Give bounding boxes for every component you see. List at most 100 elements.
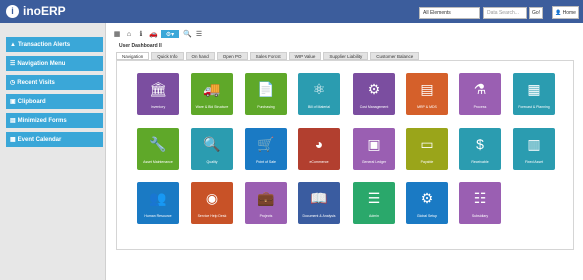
sidebar-item-label: Recent Visits <box>17 79 55 86</box>
calendar-icon: ▦ <box>10 137 16 143</box>
tile-label: Document & Analysis <box>302 214 336 218</box>
tile-label: Forecast & Planning <box>518 105 550 109</box>
tile-general-ledger[interactable]: ▣ General Ledger <box>353 128 395 170</box>
sidebar-item-minimized-forms[interactable]: ▤ Minimized Forms <box>6 113 103 128</box>
tile-receivable[interactable]: $ Receivable <box>459 128 501 170</box>
tile-asset-maintenance[interactable]: 🔧 Asset Maintenance <box>137 128 179 170</box>
sidebar-item-label: Navigation Menu <box>17 60 66 67</box>
tile-subsidiary[interactable]: ☷ Subsidiary <box>459 182 501 224</box>
tab-navigation[interactable]: Navigation <box>116 52 150 60</box>
tab-wip-value[interactable]: WIP Value <box>288 52 322 60</box>
tile-label: eCommerce <box>309 160 329 164</box>
tile-purchasing[interactable]: 📄 Purchasing <box>245 73 287 115</box>
tile-ware-bld-structure[interactable]: 🚚 Ware & Bld Structure <box>191 73 233 115</box>
tile-process[interactable]: ⚗ Process <box>459 73 501 115</box>
tab-quick-info[interactable]: Quick Info <box>151 52 184 60</box>
search-scope-select[interactable]: All Elements <box>419 7 480 19</box>
tile-cost-management[interactable]: ⚙ Cost Management <box>353 73 395 115</box>
tile-payable[interactable]: ▭ Payable <box>406 128 448 170</box>
app-logo[interactable]: i inoERP <box>6 4 66 18</box>
tile-icon: 🏛 <box>149 81 167 97</box>
tile-icon: ⚙ <box>420 190 434 206</box>
tile-icon: 💼 <box>257 190 275 206</box>
app-title: inoERP <box>23 4 66 18</box>
tile-label: Subsidiary <box>471 214 489 218</box>
tile-admin[interactable]: ☰ Admin <box>353 182 395 224</box>
tile-icon: ◉ <box>205 190 219 206</box>
top-bar: i inoERP All Elements Data Search... Go!… <box>0 0 583 23</box>
tile-label: General Ledger <box>361 160 387 164</box>
tile-label: Global Setup <box>416 214 438 218</box>
tab-customer-balance[interactable]: Customer Balance <box>370 52 420 60</box>
dashboard-tabs: Navigation Quick Info On hand Open PO Sa… <box>116 52 420 60</box>
car-icon[interactable]: 🚗 <box>149 30 158 38</box>
tile-label: Process <box>473 105 487 109</box>
sidebar-item-event-calendar[interactable]: ▦ Event Calendar <box>6 132 103 147</box>
tile-icon: ▥ <box>527 136 541 152</box>
sidebar-item-clipboard[interactable]: ▣ Clipboard <box>6 94 103 109</box>
sidebar-item-navigation-menu[interactable]: ☰ Navigation Menu <box>6 56 103 71</box>
tile-label: Human Resource <box>144 214 172 218</box>
info-icon: i <box>6 4 19 18</box>
tile-service-help-desk[interactable]: ◉ Service Help Desk <box>191 182 233 224</box>
tile-quality[interactable]: 🔍 Quality <box>191 128 233 170</box>
home-icon[interactable]: ⌂ <box>125 31 133 38</box>
tile-label: Cost Management <box>359 105 389 109</box>
tile-label: Receivable <box>471 160 489 164</box>
tab-sales-forecast[interactable]: Sales Forcst <box>249 52 287 60</box>
user-icon: 👤 <box>555 10 562 16</box>
navigation-panel: 🏛 Inventory 🚚 Ware & Bld Structure 📄 Purchasi… <box>116 60 574 250</box>
user-menu-button[interactable]: 👤 Home <box>552 6 579 19</box>
tile-bill-of-material[interactable]: ⚛ Bill of Material <box>298 73 340 115</box>
info-icon[interactable]: ℹ <box>137 30 145 38</box>
tile-label: Asset Maintenance <box>143 160 173 164</box>
tile-label: Projects <box>259 214 273 218</box>
tile-projects[interactable]: 💼 Projects <box>245 182 287 224</box>
tile-icon: 🛒 <box>257 136 275 152</box>
tile-icon: ◕ <box>314 136 324 152</box>
tab-open-po[interactable]: Open PO <box>216 52 248 60</box>
tab-supplier-liability[interactable]: Supplier Liability <box>323 52 369 60</box>
tile-icon: 👥 <box>149 190 167 206</box>
tile-global-setup[interactable]: ⚙ Global Setup <box>406 182 448 224</box>
tile-label: Quality <box>206 160 218 164</box>
tile-forecast-planning[interactable]: ▦ Forecast & Planning <box>513 73 555 115</box>
search-icon[interactable]: 🔍 <box>183 30 192 38</box>
tile-icon: $ <box>476 136 484 152</box>
tile-icon: ▭ <box>420 136 434 152</box>
sidebar-item-label: Minimized Forms <box>17 117 67 124</box>
tile-label: Purchasing <box>257 105 275 109</box>
go-button[interactable]: Go! <box>529 7 543 19</box>
window-icon: ▤ <box>10 118 16 124</box>
sidebar-item-transaction-alerts[interactable]: ▲ Transaction Alerts <box>6 37 103 52</box>
dashboard-dropdown-button[interactable]: ⚙▾ <box>161 30 179 38</box>
tile-icon: 🚚 <box>203 81 221 97</box>
tile-label: Inventory <box>150 105 166 109</box>
tile-label: Point of Sale <box>256 160 276 164</box>
dashboard-title: User Dashboard II <box>119 43 162 49</box>
user-menu-label: Home <box>562 10 576 16</box>
tile-icon: ☰ <box>367 190 381 206</box>
clipboard-icon: ▣ <box>10 99 16 105</box>
main-content: ▦ ⌂ ℹ 🚗 ⚙▾ 🔍 ☰ User Dashboard II Navigat… <box>106 23 583 280</box>
sidebar-item-label: Event Calendar <box>17 136 62 143</box>
toolbar: ▦ ⌂ ℹ 🚗 ⚙▾ 🔍 ☰ <box>113 30 203 38</box>
search-input[interactable]: Data Search... <box>483 7 527 19</box>
tile-document-analysis[interactable]: 📖 Document & Analysis <box>298 182 340 224</box>
tile-human-resource[interactable]: 👥 Human Resource <box>137 182 179 224</box>
list-icon[interactable]: ☰ <box>195 30 203 38</box>
grid-icon[interactable]: ▦ <box>113 30 121 38</box>
tile-icon: ⚛ <box>312 81 326 97</box>
tile-mrp-mds[interactable]: ▤ MRP & MDS <box>406 73 448 115</box>
tile-fixed-asset[interactable]: ▥ Fixed Asset <box>513 128 555 170</box>
sidebar-item-label: Transaction Alerts <box>17 41 71 48</box>
tile-label: Ware & Bld Structure <box>195 105 229 109</box>
tile-icon: 🔧 <box>149 136 167 152</box>
sidebar-item-recent-visits[interactable]: ◷ Recent Visits <box>6 75 103 90</box>
tile-ecommerce[interactable]: ◕ eCommerce <box>298 128 340 170</box>
tile-inventory[interactable]: 🏛 Inventory <box>137 73 179 115</box>
tile-point-of-sale[interactable]: 🛒 Point of Sale <box>245 128 287 170</box>
history-icon: ◷ <box>10 80 16 86</box>
tile-icon: ⚙ <box>367 81 381 97</box>
tab-on-hand[interactable]: On hand <box>185 52 215 60</box>
